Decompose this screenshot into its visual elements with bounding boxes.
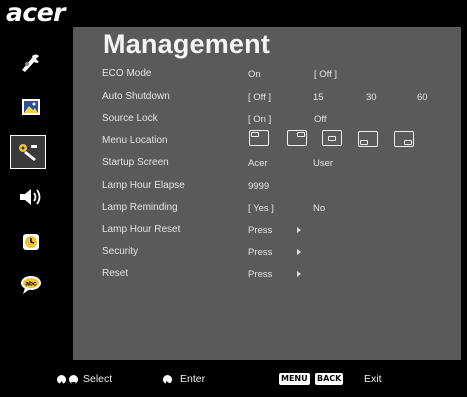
lamp-hour-reset-press[interactable]: Press — [248, 225, 272, 236]
lamp-hour-elapse-label: Lamp Hour Elapse — [102, 180, 185, 191]
auto-shutdown-label: Auto Shutdown — [102, 91, 170, 102]
image-settings-icon — [22, 54, 39, 72]
menu-location-label: Menu Location — [102, 135, 168, 146]
eco-mode-option-on[interactable]: On — [248, 69, 261, 80]
source-lock-option-on[interactable]: [ On ] — [248, 114, 271, 125]
lamp-hour-reset-label: Lamp Hour Reset — [102, 224, 181, 235]
sidebar-item-language[interactable]: abc — [9, 268, 53, 302]
position-marker-icon — [328, 135, 336, 141]
acer-logo: acer — [6, 0, 65, 27]
source-lock-option-off[interactable]: Off — [314, 114, 327, 125]
security-press[interactable]: Press — [248, 247, 272, 258]
picture-icon — [22, 99, 40, 115]
startup-screen-option-user[interactable]: User — [313, 158, 333, 169]
sidebar-item-audio[interactable] — [9, 180, 53, 214]
startup-screen-label: Startup Screen — [102, 157, 169, 168]
arrow-right-icon — [297, 271, 301, 277]
auto-shutdown-option-off[interactable]: [ Off ] — [248, 92, 271, 103]
timer-icon — [23, 234, 39, 250]
language-icon: abc — [21, 276, 41, 294]
sidebar-item-timer[interactable] — [9, 225, 53, 259]
startup-screen-option-acer[interactable]: Acer — [248, 158, 268, 169]
menu-location-top-right[interactable] — [287, 130, 307, 146]
nav-down-icon — [69, 375, 78, 386]
security-label: Security — [102, 246, 139, 257]
menu-location-top-left[interactable] — [249, 130, 269, 146]
lamp-reminding-option-yes[interactable]: [ Yes ] — [248, 203, 274, 214]
page-title: Management — [103, 29, 271, 59]
lamp-reminding-option-no[interactable]: No — [313, 203, 325, 214]
footer-exit-label: Exit — [364, 373, 382, 385]
auto-shutdown-option-30[interactable]: 30 — [366, 92, 377, 103]
footer-select-label: Select — [83, 373, 113, 385]
speaker-icon — [20, 189, 41, 205]
menu-location-bottom-left[interactable] — [358, 131, 378, 147]
menu-location-bottom-right[interactable] — [394, 131, 414, 147]
reset-press[interactable]: Press — [248, 269, 272, 280]
footer-enter-label: Enter — [180, 373, 206, 385]
auto-shutdown-option-15[interactable]: 15 — [313, 92, 324, 103]
back-key[interactable]: BACK — [315, 373, 344, 385]
menu-key[interactable]: MENU — [279, 373, 310, 385]
reset-label: Reset — [102, 268, 129, 279]
sidebar: abc — [6, 40, 56, 360]
nav-right-icon — [163, 375, 172, 386]
position-marker-icon — [360, 140, 368, 145]
position-marker-icon — [404, 140, 412, 145]
source-lock-label: Source Lock — [102, 113, 158, 124]
arrow-right-icon — [297, 227, 301, 233]
eco-mode-option-off[interactable]: [ Off ] — [314, 69, 337, 80]
management-icon — [19, 144, 37, 161]
sidebar-item-management[interactable] — [10, 135, 46, 169]
eco-mode-label: ECO Mode — [102, 68, 152, 79]
nav-up-icon — [57, 375, 66, 385]
position-marker-icon — [251, 132, 259, 137]
svg-text:abc: abc — [25, 281, 37, 288]
sidebar-item-picture[interactable] — [9, 90, 53, 124]
arrow-right-icon — [297, 249, 301, 255]
lamp-reminding-label: Lamp Reminding — [102, 202, 178, 213]
auto-shutdown-option-60[interactable]: 60 — [417, 92, 428, 103]
sidebar-item-image-settings[interactable] — [9, 45, 53, 79]
lamp-hour-elapse-value: 9999 — [248, 181, 270, 192]
menu-location-center[interactable] — [322, 130, 342, 146]
position-marker-icon — [297, 132, 305, 137]
